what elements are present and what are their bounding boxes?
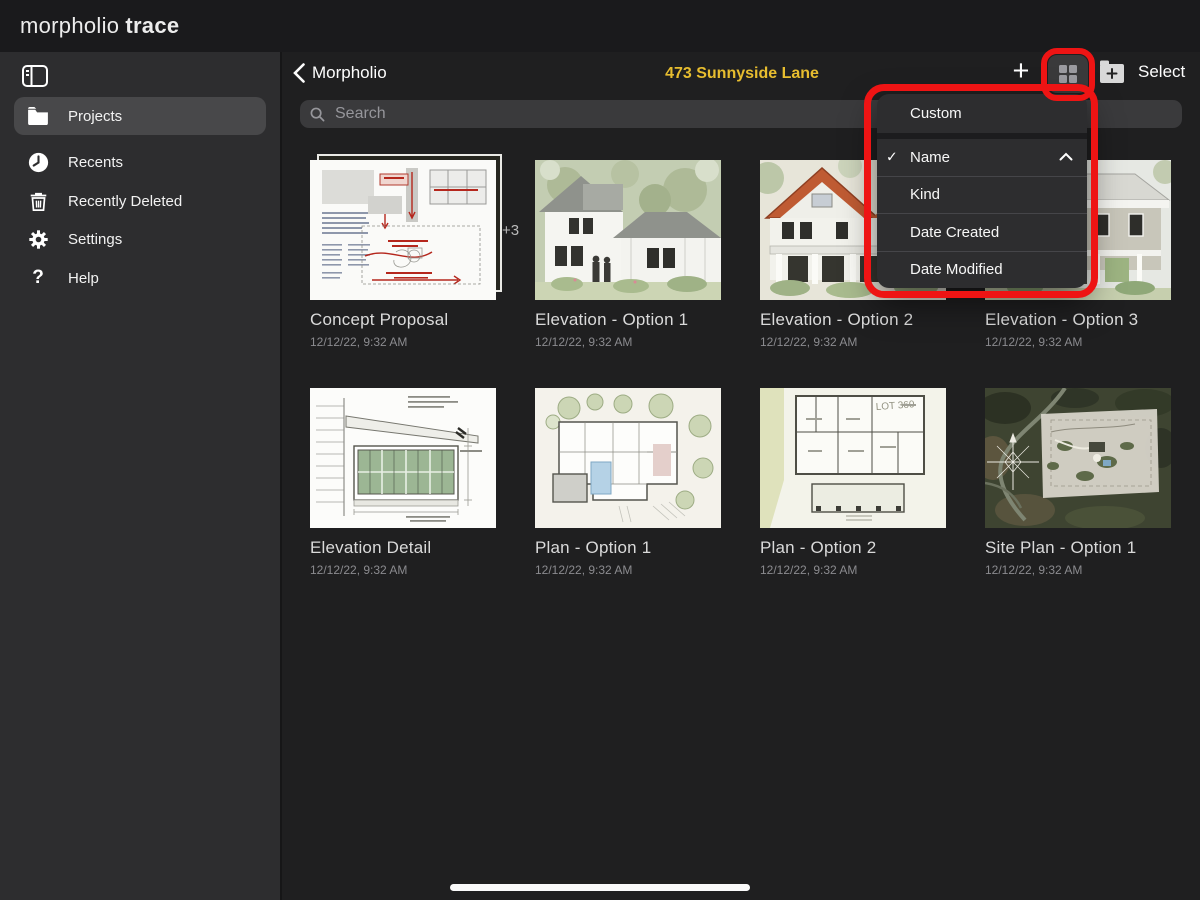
thumbnail-image	[535, 388, 721, 528]
menu-item-name[interactable]: ✓ Name	[877, 139, 1087, 176]
sidebar-item-settings[interactable]: Settings	[14, 220, 266, 258]
grid-view-button[interactable]	[1048, 55, 1088, 93]
select-label: Select	[1138, 62, 1185, 82]
app-window: morpholiotrace Projects Recents	[0, 0, 1200, 900]
sidebar-item-help[interactable]: ? Help	[14, 259, 266, 297]
project-card-site-plan[interactable]: Site Plan - Option 1 12/12/22, 9:32 AM	[985, 388, 1171, 577]
search-icon	[310, 107, 325, 122]
project-title: Concept Proposal	[310, 310, 496, 330]
question-glyph: ?	[32, 267, 44, 289]
project-date: 12/12/22, 9:32 AM	[985, 335, 1171, 349]
folder-icon	[26, 104, 50, 128]
sidebar-toggle-button[interactable]	[22, 64, 48, 88]
sidebar: Projects Recents Recently Deleted Sett	[0, 52, 282, 900]
grid-icon	[1058, 64, 1078, 84]
project-title: Site Plan - Option 1	[985, 538, 1171, 558]
sidebar-item-label: Projects	[68, 108, 122, 125]
project-date: 12/12/22, 9:32 AM	[310, 563, 496, 577]
thumbnail-image	[535, 160, 721, 300]
thumbnail-image	[310, 388, 496, 528]
home-indicator[interactable]	[450, 884, 750, 891]
menu-item-label: Kind	[910, 186, 940, 203]
project-title: Elevation - Option 3	[985, 310, 1171, 330]
sidebar-item-label: Help	[68, 270, 99, 287]
brand-light: morpholio	[20, 13, 119, 38]
project-title: Plan - Option 2	[760, 538, 946, 558]
add-button[interactable]: +	[1006, 56, 1036, 88]
menu-item-custom[interactable]: Custom	[877, 94, 1087, 133]
project-date: 12/12/22, 9:32 AM	[535, 335, 721, 349]
menu-item-kind[interactable]: Kind	[877, 176, 1087, 214]
clock-icon	[26, 150, 50, 174]
project-card-plan-2[interactable]: LOT 360 Plan - Option 2 12/12/22, 9:32 A…	[760, 388, 946, 577]
back-label: Morpholio	[312, 63, 387, 83]
page-title: 473 Sunnyside Lane	[582, 65, 902, 83]
app-logo: morpholiotrace	[20, 13, 179, 39]
chevron-left-icon	[293, 63, 305, 83]
menu-item-date-modified[interactable]: Date Modified	[877, 251, 1087, 289]
project-title: Elevation Detail	[310, 538, 496, 558]
question-icon: ?	[26, 266, 50, 290]
sidebar-toggle-icon	[22, 64, 48, 88]
project-title: Elevation - Option 2	[760, 310, 946, 330]
thumbnail-image: LOT 360	[760, 388, 946, 528]
checkmark-icon: ✓	[886, 149, 898, 166]
menu-item-date-created[interactable]: Date Created	[877, 213, 1087, 251]
sidebar-item-recents[interactable]: Recents	[14, 143, 266, 181]
project-card-elevation-1[interactable]: Elevation - Option 1 12/12/22, 9:32 AM	[535, 160, 721, 349]
sort-menu: Custom ✓ Name Kind Date Created Date Mod…	[877, 94, 1087, 288]
menu-item-label: Name	[910, 149, 950, 166]
trash-icon	[26, 189, 50, 213]
menu-item-label: Date Created	[910, 224, 999, 241]
project-date: 12/12/22, 9:32 AM	[985, 563, 1171, 577]
new-project-icon	[1098, 59, 1126, 85]
sidebar-item-projects[interactable]: Projects	[14, 97, 266, 135]
plus-glyph: +	[1013, 55, 1030, 87]
thumbnail-image	[985, 388, 1171, 528]
sidebar-item-label: Recently Deleted	[68, 193, 182, 210]
sidebar-item-recently-deleted[interactable]: Recently Deleted	[14, 182, 266, 220]
sidebar-item-label: Settings	[68, 231, 122, 248]
gear-icon	[26, 227, 50, 251]
project-date: 12/12/22, 9:32 AM	[535, 563, 721, 577]
project-date: 12/12/22, 9:32 AM	[310, 335, 496, 349]
thumbnail-image	[310, 160, 496, 300]
menu-item-label: Date Modified	[910, 261, 1003, 278]
project-title: Elevation - Option 1	[535, 310, 721, 330]
chevron-up-icon	[1059, 148, 1073, 166]
select-button[interactable]: Select	[1098, 59, 1185, 85]
top-bar: morpholiotrace	[0, 0, 1200, 52]
project-date: 12/12/22, 9:32 AM	[760, 563, 946, 577]
project-title: Plan - Option 1	[535, 538, 721, 558]
project-card-plan-1[interactable]: Plan - Option 1 12/12/22, 9:32 AM	[535, 388, 721, 577]
project-card-concept-proposal[interactable]: +3 Concept Proposal 12/12/22, 9:32 AM	[310, 160, 496, 349]
stack-count-badge: +3	[502, 222, 519, 239]
project-date: 12/12/22, 9:32 AM	[760, 335, 946, 349]
back-button[interactable]: Morpholio	[293, 63, 387, 83]
project-card-elevation-detail[interactable]: Elevation Detail 12/12/22, 9:32 AM	[310, 388, 496, 577]
menu-item-label: Custom	[910, 105, 962, 122]
sidebar-item-label: Recents	[68, 154, 123, 171]
brand-bold: trace	[125, 13, 179, 38]
